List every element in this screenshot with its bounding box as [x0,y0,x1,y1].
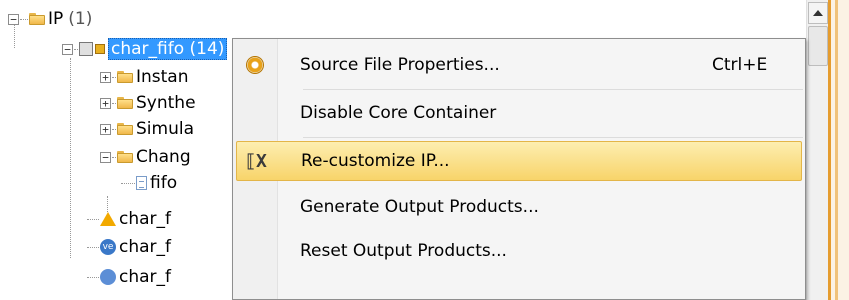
tree-node-file[interactable]: ve char_f [86,236,171,258]
tree-guide-line [70,58,71,258]
scroll-up-button[interactable] [808,2,828,24]
tree-node-label: char_f [119,237,172,257]
folder-icon [117,71,133,83]
menu-item-generate-output-products[interactable]: Generate Output Products... [236,187,802,227]
tree-node-synthesis[interactable]: + Synthe [100,92,196,114]
recustomize-icon: ⟦X [245,150,267,172]
tree-node-label: Synthe [136,93,196,113]
collapse-icon[interactable]: − [62,43,73,55]
folder-open-icon [29,13,45,25]
tree-node-label: Instan [136,67,189,87]
expand-icon[interactable]: + [100,71,111,83]
tree-node-label: Chang [136,147,191,167]
tree-node-char-fifo[interactable]: − char_fifo (14) [62,38,228,60]
menu-item-label: Generate Output Products... [300,197,539,217]
menu-item-label: Reset Output Products... [300,241,507,261]
menu-separator [303,89,803,90]
scroll-thumb[interactable] [808,26,828,66]
core-container-icon [79,42,93,56]
tree-node-file[interactable]: char_f [86,208,171,230]
menu-item-shortcut: Ctrl+E [712,55,768,75]
menu-item-source-file-properties[interactable]: Source File Properties... Ctrl+E [236,45,802,85]
expand-icon[interactable]: + [100,97,111,109]
ve-icon: ve [100,239,116,255]
menu-item-label: Source File Properties... [300,55,500,75]
tree-node-ip[interactable]: − IP (1) [8,8,92,30]
tree-node-simulation[interactable]: + Simula [100,118,194,140]
tree-node-label: IP [48,9,64,29]
tree-node-fifo-file[interactable]: fifo [120,172,177,194]
tree-node-instantiation[interactable]: + Instan [100,66,189,88]
file-icon [100,269,116,285]
folder-icon [117,97,133,109]
triangle-icon [100,212,116,226]
folder-icon [117,123,133,135]
tree-node-change-log[interactable]: − Chang [100,146,191,168]
menu-item-label: Disable Core Container [300,103,497,123]
menu-item-recustomize-ip[interactable]: ⟦X Re-customize IP... [236,141,802,181]
tree-node-file[interactable]: char_f [86,266,171,288]
context-menu: Source File Properties... Ctrl+E Disable… [232,38,806,300]
tree-node-label-selected: char_fifo (14) [108,38,228,60]
menu-separator [303,137,803,138]
tree-node-label: fifo [150,173,178,193]
collapse-icon[interactable]: − [8,13,19,25]
menu-item-disable-core-container[interactable]: Disable Core Container [236,93,802,133]
tree-node-count: (1) [68,9,93,29]
tree-node-label: char_f [119,267,172,287]
file-icon [136,176,147,190]
folder-open-icon [117,151,133,163]
ip-icon [95,44,105,54]
tree-node-label: char_f [119,209,172,229]
expand-icon[interactable]: + [100,123,111,135]
menu-item-label: Re-customize IP... [301,151,450,171]
vertical-scrollbar[interactable] [806,0,829,300]
panel-edge [828,0,849,300]
tree-node-label: Simula [136,119,194,139]
menu-item-reset-output-products[interactable]: Reset Output Products... [236,231,802,271]
gear-icon [247,57,263,73]
collapse-icon[interactable]: − [100,151,111,163]
